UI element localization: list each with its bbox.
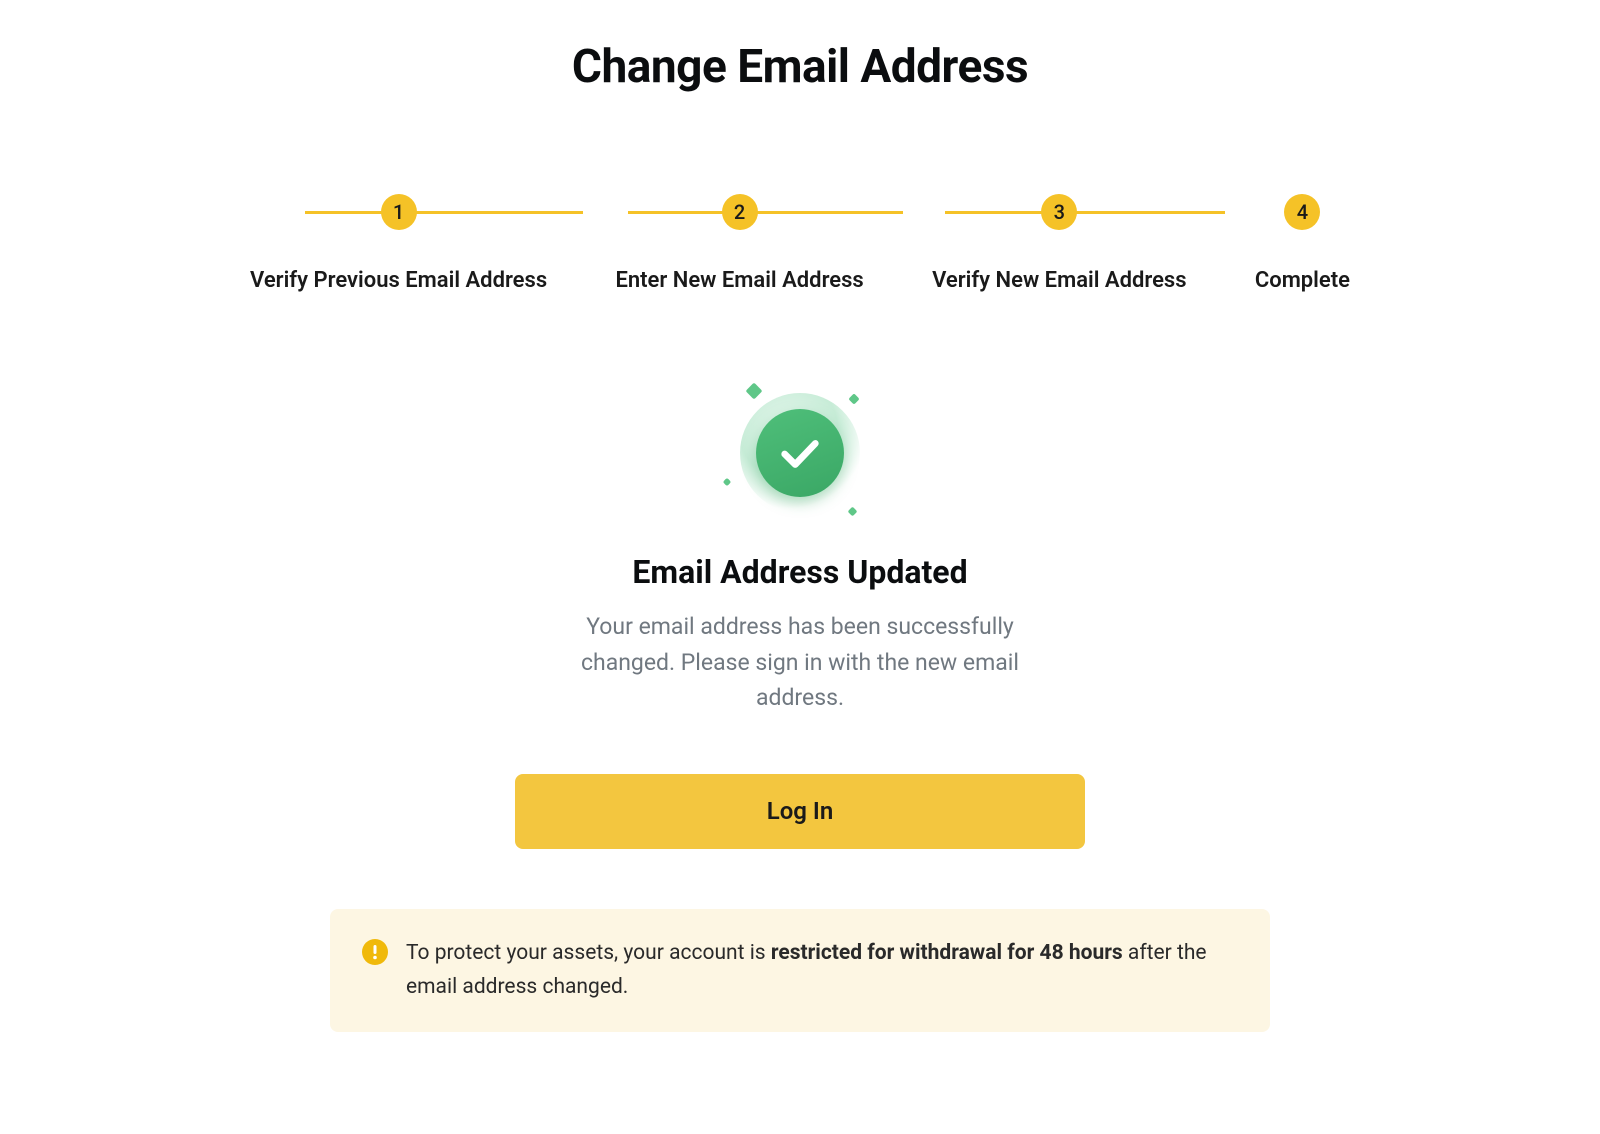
step-number: 3 <box>1041 194 1077 230</box>
page-title: Change Email Address <box>200 40 1400 94</box>
stepper: 1 Verify Previous Email Address 2 Enter … <box>250 194 1350 293</box>
step-label: Complete <box>1255 268 1350 293</box>
step-3: 3 Verify New Email Address <box>932 194 1186 293</box>
success-heading: Email Address Updated <box>632 553 967 591</box>
warning-prefix: To protect your assets, your account is <box>406 941 771 965</box>
step-number: 2 <box>722 194 758 230</box>
warning-banner: To protect your assets, your account is … <box>330 909 1270 1032</box>
step-number: 1 <box>381 194 417 230</box>
warning-text: To protect your assets, your account is … <box>406 937 1238 1004</box>
step-number: 4 <box>1284 194 1320 230</box>
step-label: Verify Previous Email Address <box>250 268 547 293</box>
step-1: 1 Verify Previous Email Address <box>250 194 547 293</box>
warning-icon <box>362 939 388 965</box>
warning-bold: restricted for withdrawal for 48 hours <box>771 941 1123 965</box>
step-2: 2 Enter New Email Address <box>615 194 863 293</box>
success-description: Your email address has been successfully… <box>540 609 1060 716</box>
step-4: 4 Complete <box>1255 194 1350 293</box>
step-label: Verify New Email Address <box>932 268 1186 293</box>
checkmark-icon <box>777 430 823 476</box>
success-check-icon <box>720 383 880 523</box>
step-label: Enter New Email Address <box>615 268 863 293</box>
success-section: Email Address Updated Your email address… <box>200 383 1400 849</box>
login-button[interactable]: Log In <box>515 774 1085 849</box>
